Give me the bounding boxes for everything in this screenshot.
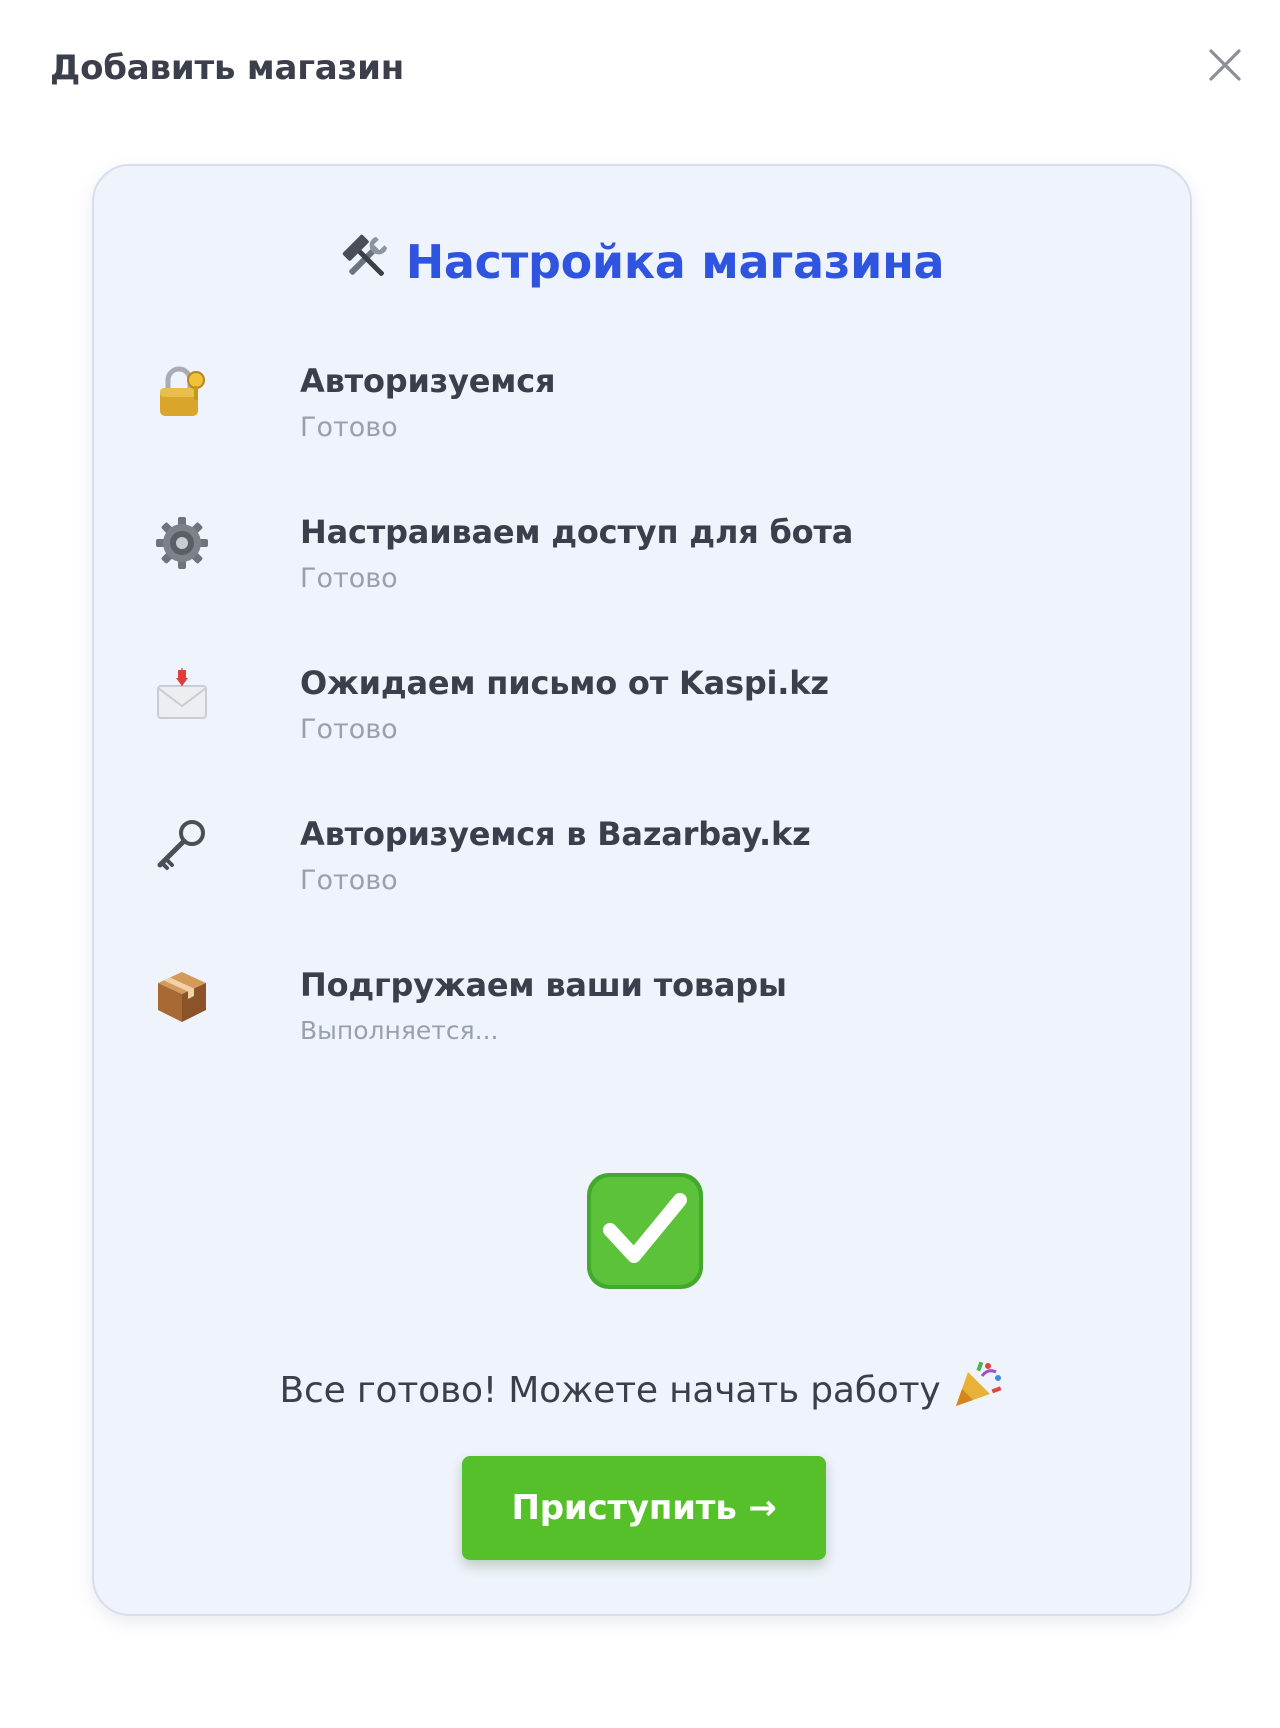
step-title: Ожидаем письмо от Kaspi.kz [300, 664, 829, 702]
step-list: Авторизуемся Готово Настраиваем доступ д… [152, 362, 1132, 1117]
page: Добавить магазин Настройка магазина Авто… [0, 0, 1280, 1728]
check-mark-button-icon [584, 1170, 706, 1292]
step-item: Авторизуемся Готово [152, 362, 1132, 513]
step-status: Готово [300, 412, 398, 443]
step-item: Подгружаем ваши товары Выполняется... [152, 966, 1132, 1117]
step-title: Подгружаем ваши товары [300, 966, 787, 1004]
setup-heading-text: Настройка магазина [405, 235, 945, 289]
setup-heading: Настройка магазина [94, 232, 1190, 295]
step-status: Готово [300, 865, 398, 896]
key-icon [152, 815, 212, 875]
step-status: Готово [300, 563, 398, 594]
close-icon [1209, 49, 1241, 81]
envelope-icon [152, 664, 212, 724]
step-title: Настраиваем доступ для бота [300, 513, 854, 551]
step-title: Авторизуемся [300, 362, 556, 400]
modal-title: Добавить магазин [50, 48, 405, 88]
step-item: Авторизуемся в Bazarbay.kz Готово [152, 815, 1132, 966]
setup-card: Настройка магазина Авторизуемся Готово Н… [92, 164, 1192, 1616]
package-icon [152, 966, 212, 1026]
step-item: Настраиваем доступ для бота Готово [152, 513, 1132, 664]
lock-with-key-icon [152, 362, 212, 422]
done-message-text: Все готово! Можете начать работу [279, 1370, 941, 1411]
done-message: Все готово! Можете начать работу [94, 1358, 1190, 1419]
party-popper-icon [952, 1358, 1004, 1419]
step-title: Авторизуемся в Bazarbay.kz [300, 815, 811, 853]
step-status: Выполняется... [300, 1016, 499, 1045]
hammer-and-wrench-icon [340, 232, 392, 295]
start-button[interactable]: Приступить → [462, 1456, 826, 1560]
gear-icon [152, 513, 212, 573]
step-status: Готово [300, 714, 398, 745]
step-item: Ожидаем письмо от Kaspi.kz Готово [152, 664, 1132, 815]
close-button[interactable] [1204, 44, 1246, 86]
